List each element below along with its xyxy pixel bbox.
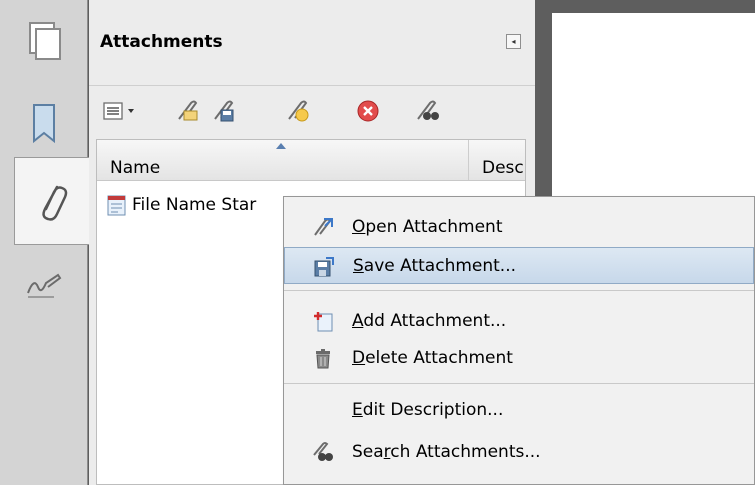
- menu-item-label: Save Attachment...: [353, 255, 517, 276]
- attachments-button[interactable]: [14, 157, 89, 245]
- add-clip-icon: [288, 100, 309, 122]
- binoculars-icon: [417, 100, 439, 120]
- menu-item-save-attachment[interactable]: Save Attachment...: [284, 247, 754, 284]
- menu-item-label: Delete Attachment: [352, 347, 513, 368]
- delete-x-icon: [357, 100, 379, 122]
- options-list-icon: [103, 102, 134, 120]
- add-attachment-tool[interactable]: [284, 98, 312, 124]
- menu-item-label: Search Attachments...: [352, 441, 541, 462]
- panel-title: Attachments: [100, 32, 223, 52]
- bookmark-icon: [33, 104, 55, 144]
- bookmarks-button[interactable]: [0, 82, 88, 164]
- menu-separator: [284, 383, 754, 384]
- menu-item-add-attachment[interactable]: Add Attachment...: [284, 302, 754, 339]
- paperclip-icon: [42, 185, 68, 221]
- save-clip-icon: [214, 100, 234, 122]
- save-attachment-icon: [313, 256, 335, 278]
- save-attachment-tool[interactable]: [210, 98, 238, 124]
- menu-separator: [284, 290, 754, 291]
- open-clip-icon: [178, 100, 198, 121]
- page-thumbnails-icon: [29, 22, 61, 60]
- signatures-button[interactable]: [0, 245, 88, 327]
- add-attachment-icon: [312, 310, 334, 332]
- delete-attachment-tool[interactable]: [354, 98, 382, 124]
- open-attachment-tool[interactable]: [174, 98, 202, 124]
- column-header-row: [97, 140, 525, 181]
- signature-icon: [27, 273, 62, 298]
- search-attachments-icon: [312, 441, 334, 463]
- column-header-description[interactable]: Desc: [482, 158, 524, 178]
- column-separator[interactable]: [468, 140, 469, 180]
- attachments-toolbar: [89, 86, 535, 138]
- menu-item-delete-attachment[interactable]: Delete Attachment: [284, 339, 754, 376]
- collapse-panel-button[interactable]: ◂: [506, 34, 521, 49]
- menu-item-label: Edit Description...: [352, 399, 504, 420]
- sort-ascending-icon: [276, 143, 286, 149]
- list-item[interactable]: File Name Star: [106, 194, 256, 216]
- page-thumbnails-button[interactable]: [0, 0, 88, 82]
- menu-item-search-attachments[interactable]: Search Attachments...: [284, 433, 754, 470]
- chevron-left-icon: ◂: [511, 37, 516, 46]
- column-header-name[interactable]: Name: [110, 158, 160, 178]
- delete-attachment-icon: [312, 347, 334, 369]
- options-menu-button[interactable]: [101, 98, 145, 124]
- menu-item-label: Add Attachment...: [352, 310, 507, 331]
- menu-item-open-attachment[interactable]: Open Attachment: [284, 208, 754, 245]
- file-icon: [107, 195, 126, 216]
- search-attachments-tool[interactable]: [413, 98, 441, 124]
- file-name: File Name Star: [132, 195, 257, 215]
- menu-item-edit-description[interactable]: Edit Description...: [284, 391, 754, 428]
- menu-item-label: Open Attachment: [352, 216, 503, 237]
- open-attachment-icon: [312, 216, 334, 238]
